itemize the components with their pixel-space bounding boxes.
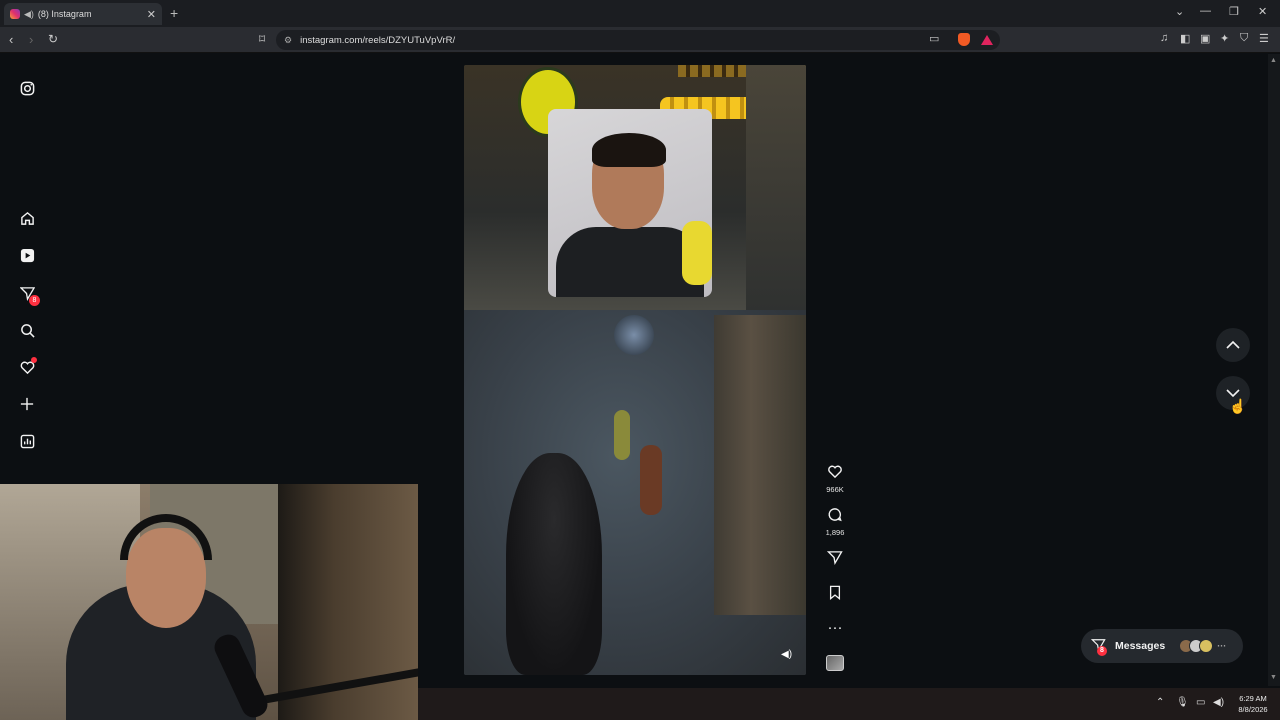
new-tab-button[interactable]: + — [170, 5, 178, 21]
leo-ai-icon[interactable]: ✦ — [1220, 32, 1229, 45]
message-avatars — [1179, 639, 1214, 653]
media-icon[interactable]: ♫ — [1160, 32, 1168, 44]
sidebar-toggle-icon[interactable]: ◧ — [1180, 32, 1190, 45]
instagram-favicon-icon — [10, 9, 20, 19]
forward-button[interactable]: › — [29, 32, 33, 47]
scene-glow — [614, 315, 654, 355]
scroll-up-icon[interactable]: ▲ — [1270, 57, 1277, 64]
more-options-button[interactable]: ··· — [820, 619, 850, 637]
instagram-icon[interactable] — [18, 79, 36, 97]
minimize-button[interactable]: — — [1200, 5, 1211, 17]
game-dog-character — [506, 453, 602, 675]
address-bar[interactable]: ⚙ instagram.com/reels/DZYUTuVpVrR/ — [276, 30, 1000, 50]
url-text: instagram.com/reels/DZYUTuVpVrR/ — [300, 34, 456, 46]
reel-video[interactable]: ◀) — [464, 65, 806, 675]
messages-badge: 8 — [1097, 645, 1107, 656]
messages-icon: 8 — [1090, 638, 1107, 656]
vpn-icon[interactable]: ⛉ — [1240, 32, 1248, 45]
dashboard-icon[interactable] — [18, 432, 36, 450]
heart-icon — [820, 464, 850, 484]
scene-crates — [714, 315, 806, 615]
maximize-button[interactable]: ❐ — [1229, 5, 1239, 18]
sidebar-nav: 8 — [0, 54, 54, 484]
messages-button[interactable]: 8 Messages ··· — [1081, 629, 1243, 663]
microphone-tray-icon[interactable]: 🎙 — [1176, 697, 1189, 708]
reload-button[interactable]: ↻ — [48, 32, 58, 46]
brave-rewards-icon[interactable] — [981, 35, 993, 45]
menu-icon[interactable]: ☰ — [1259, 32, 1269, 45]
network-icon[interactable]: ▭ — [1196, 697, 1205, 708]
browser-toolbar: ‹ › ↻ ⌑ ⚙ instagram.com/reels/DZYUTuVpVr… — [0, 27, 1280, 53]
tab-title: (8) Instagram — [37, 9, 92, 19]
volume-icon[interactable]: ◀) — [781, 649, 792, 660]
streamer-webcam-inset — [548, 109, 712, 297]
streamer-webcam — [0, 484, 418, 720]
back-button[interactable]: ‹ — [9, 32, 13, 47]
close-window-button[interactable]: ✕ — [1258, 5, 1267, 18]
tab-strip: ◀) (8) Instagram ✕ + ⌄ — ❐ ✕ — [0, 0, 1280, 27]
more-avatars-icon: ··· — [1217, 641, 1227, 651]
volume-tray-icon[interactable]: ◀) — [1213, 697, 1224, 708]
mouse-cursor-icon: ☝ — [1229, 398, 1247, 414]
notifications-icon[interactable] — [18, 357, 37, 376]
notification-dot — [31, 357, 37, 363]
scene-shelves — [746, 65, 806, 310]
like-button[interactable]: 966K — [820, 464, 850, 494]
cast-icon[interactable]: ▭ — [929, 32, 939, 45]
wallet-icon[interactable]: ▣ — [1200, 32, 1210, 45]
messages-label: Messages — [1115, 640, 1166, 652]
tab-search-icon[interactable]: ⌄ — [1175, 5, 1184, 18]
create-icon[interactable] — [18, 395, 36, 413]
tray-overflow-icon[interactable]: ⌃ — [1156, 697, 1164, 708]
bookmark-icon[interactable]: ⌑ — [259, 32, 265, 46]
clock-date: 8/8/2026 — [1238, 705, 1268, 714]
streamer-hair — [592, 133, 666, 167]
save-button[interactable] — [820, 585, 850, 605]
search-icon[interactable] — [18, 321, 36, 339]
comment-icon — [820, 507, 850, 527]
speaker-icon[interactable]: ◀) — [24, 9, 34, 20]
scrollbar[interactable]: ▲ ▼ — [1268, 54, 1280, 686]
share-button[interactable] — [820, 550, 850, 570]
game-character-1 — [614, 410, 630, 460]
clock-time: 6:29 AM — [1239, 694, 1267, 703]
home-icon[interactable] — [18, 209, 36, 227]
game-character-2 — [640, 445, 662, 515]
site-info-icon[interactable]: ⚙ — [284, 35, 292, 46]
previous-reel-button[interactable] — [1216, 328, 1250, 362]
share-icon — [820, 550, 850, 570]
like-count: 966K — [826, 485, 844, 494]
duck-toy — [682, 221, 712, 285]
close-tab-icon[interactable]: ✕ — [147, 8, 156, 21]
reels-icon[interactable] — [18, 246, 36, 264]
avatar — [1199, 639, 1214, 653]
more-icon: ··· — [827, 619, 843, 636]
brave-shields-icon[interactable] — [958, 33, 970, 46]
audio-thumbnail[interactable] — [826, 655, 844, 671]
comment-button[interactable]: 1,896 — [820, 507, 850, 537]
comment-count: 1,896 — [825, 528, 845, 537]
scroll-down-icon[interactable]: ▼ — [1270, 674, 1277, 681]
bookmark-icon — [820, 585, 850, 605]
messages-badge: 8 — [29, 295, 40, 306]
messages-icon[interactable]: 8 — [18, 284, 40, 306]
browser-tab[interactable]: ◀) (8) Instagram ✕ — [4, 3, 162, 25]
windows-taskbar: ⌃ 🎙 ▭ ◀) 6:29 AM 8/8/2026 — [418, 688, 1280, 720]
taskbar-clock[interactable]: 6:29 AM 8/8/2026 — [1230, 693, 1276, 715]
